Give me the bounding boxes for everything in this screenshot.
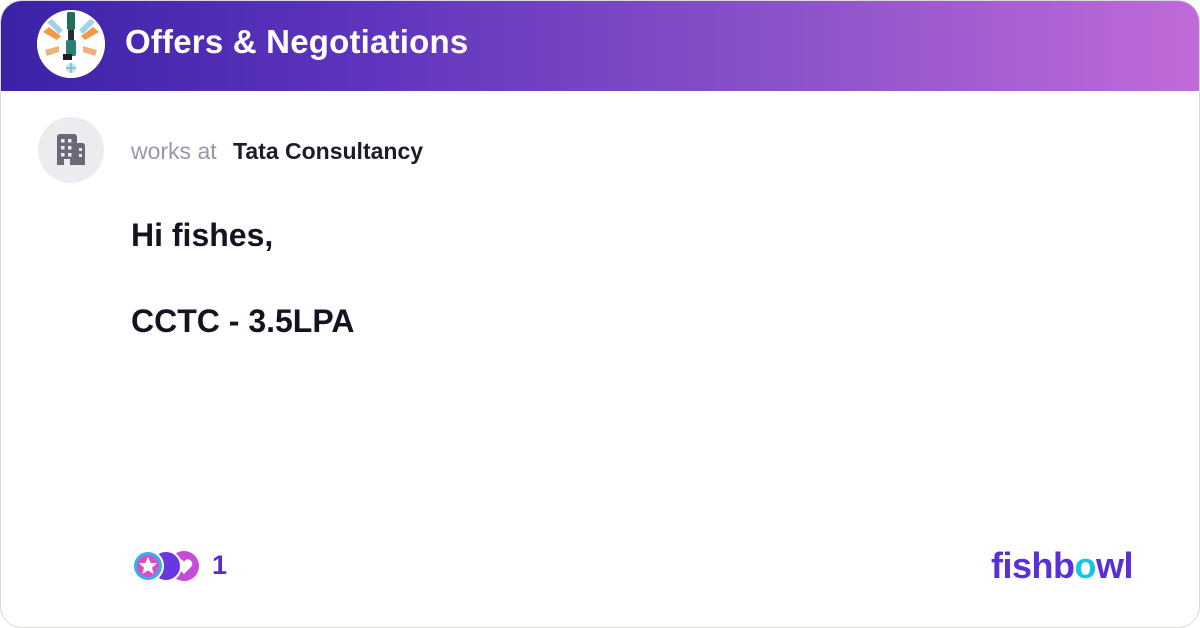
logo-text-part: fishb: [991, 545, 1075, 586]
reaction-count[interactable]: 1: [212, 550, 227, 581]
bowl-header[interactable]: Offers & Negotiations: [1, 1, 1199, 91]
star-reaction-icon: [132, 550, 164, 582]
company-name[interactable]: Tata Consultancy: [233, 138, 423, 164]
logo-text-part: wl: [1096, 545, 1134, 586]
company-avatar[interactable]: [38, 117, 104, 183]
bowl-title[interactable]: Offers & Negotiations: [125, 23, 468, 61]
post-text-line: CCTC - 3.5LPA: [131, 303, 355, 339]
bowl-avatar-icon[interactable]: [37, 10, 105, 78]
fishbowl-logo[interactable]: fishbowl: [991, 545, 1134, 587]
logo-text-part: o: [1074, 545, 1097, 586]
building-icon: [57, 134, 85, 165]
reactions-group[interactable]: [131, 549, 201, 583]
works-at-label: works at: [131, 138, 217, 164]
post-text-line: Hi fishes,: [131, 217, 274, 253]
author-line: works at Tata Consultancy: [131, 138, 423, 165]
post-card: Offers & Negotiations works at Tata Cons…: [0, 0, 1200, 628]
